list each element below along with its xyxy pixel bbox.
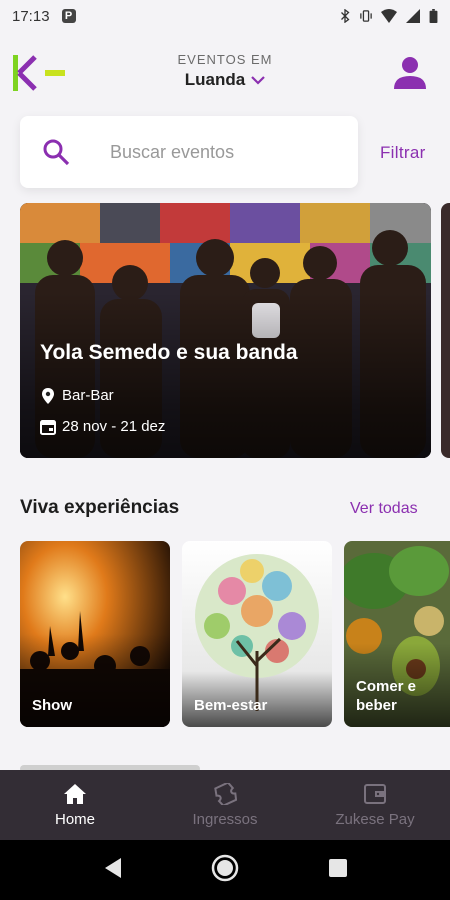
city-name: Luanda — [184, 70, 246, 89]
category-label: Comer e beber — [356, 678, 417, 714]
nav-zukese-pay[interactable]: Zukese Pay — [300, 770, 450, 840]
battery-icon — [429, 9, 438, 23]
category-card-show[interactable]: Show — [20, 541, 170, 727]
city-dropdown[interactable]: Luanda — [185, 70, 265, 90]
ticket-icon — [214, 782, 237, 805]
category-card-wellness[interactable]: Bem-estar — [182, 541, 332, 727]
location-caption: EVENTOS EM — [177, 52, 273, 67]
app-header: EVENTOS EM Luanda — [0, 40, 450, 106]
bottom-nav: Home Ingressos Zukese Pay — [0, 770, 450, 840]
notification-icon: P — [61, 9, 76, 23]
nav-label: Ingressos — [192, 810, 258, 828]
section-title: Viva experiências — [20, 497, 180, 518]
next-event-card-peek[interactable] — [441, 203, 450, 458]
location-pin-icon — [42, 387, 54, 404]
featured-event-card[interactable]: Yola Semedo e sua banda Bar-Bar 28 nov -… — [20, 203, 431, 458]
home-button-icon[interactable] — [211, 854, 239, 882]
wallet-icon — [364, 783, 386, 804]
filter-button[interactable]: Filtrar — [380, 143, 426, 163]
signal-icon — [406, 9, 420, 23]
calendar-icon — [40, 419, 56, 435]
status-icons — [339, 9, 438, 23]
event-venue-text: Bar-Bar — [62, 387, 114, 404]
system-nav-bar — [0, 840, 450, 900]
event-dates-text: 28 nov - 21 dez — [62, 418, 166, 435]
event-dates: 28 nov - 21 dez — [40, 418, 165, 435]
event-title: Yola Semedo e sua banda — [40, 341, 298, 364]
location-selector[interactable]: EVENTOS EM Luanda — [0, 52, 450, 90]
search-bar[interactable] — [20, 116, 358, 188]
category-label: Show — [32, 697, 72, 714]
chevron-down-icon — [251, 76, 265, 85]
profile-icon[interactable] — [392, 56, 428, 90]
bluetooth-icon — [341, 9, 350, 23]
search-input[interactable] — [110, 141, 330, 163]
wifi-icon — [381, 9, 397, 23]
nav-label: Home — [54, 810, 95, 828]
recents-icon[interactable] — [328, 858, 348, 878]
back-icon[interactable] — [103, 856, 123, 880]
nav-tickets[interactable]: Ingressos — [150, 770, 300, 840]
home-icon — [64, 783, 86, 804]
vibrate-icon — [360, 10, 372, 22]
nav-home[interactable]: Home — [0, 770, 150, 840]
status-bar: 17:13 P — [0, 0, 450, 32]
nav-label: Zukese Pay — [335, 810, 415, 828]
category-label: Bem-estar — [194, 697, 268, 714]
search-icon — [43, 139, 70, 166]
status-time: 17:13 — [12, 7, 50, 25]
category-card-food[interactable]: Comer e beber — [344, 541, 450, 727]
see-all-link[interactable]: Ver todas — [350, 500, 418, 518]
event-venue: Bar-Bar — [40, 387, 114, 404]
